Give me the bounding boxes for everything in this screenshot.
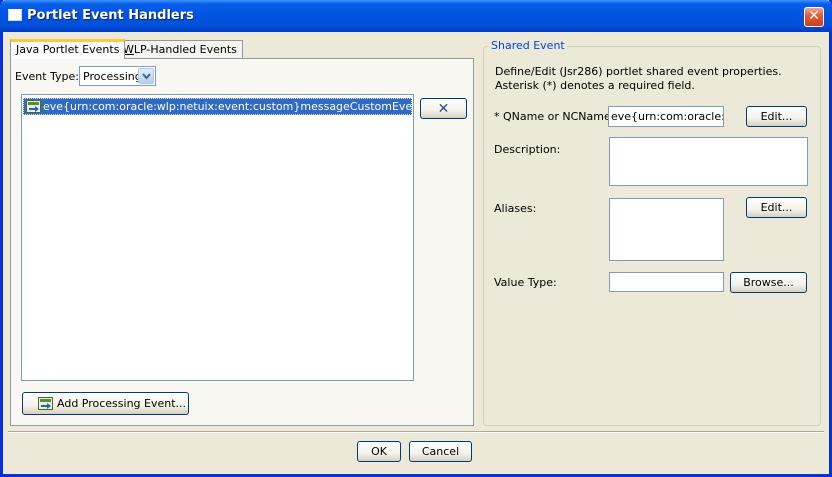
tab-java-portlet-events[interactable]: Java Portlet Events (10, 39, 126, 59)
event-icon (26, 100, 41, 113)
chevron-down-icon (142, 73, 151, 80)
qname-field[interactable]: eve{urn:com:oracle:wlp:netuix:event:cust… (608, 106, 724, 127)
window-title: Portlet Event Handlers (27, 8, 194, 23)
browse-button[interactable]: Browse... (730, 272, 807, 293)
footer-separator (8, 431, 824, 433)
title-bar[interactable]: Portlet Event Handlers ✕ (0, 0, 832, 32)
add-processing-event-label: Add Processing Event... (57, 397, 187, 410)
qname-label: * QName or NCName: (494, 110, 615, 123)
event-icon (38, 397, 53, 410)
close-icon: ✕ (808, 8, 820, 24)
add-processing-event-button[interactable]: Add Processing Event... (22, 392, 189, 415)
event-type-label: Event Type: (15, 70, 79, 83)
aliases-edit-button[interactable]: Edit... (746, 197, 807, 218)
description-label: Description: (494, 143, 561, 156)
qname-edit-button[interactable]: Edit... (746, 106, 807, 127)
value-type-field[interactable] (609, 272, 724, 292)
window-icon (8, 9, 22, 21)
event-type-select[interactable]: Processing (79, 66, 156, 86)
aliases-list[interactable] (609, 198, 724, 261)
tab-wlp-handled-events[interactable]: WLP-Handled Events (117, 40, 243, 60)
event-item-text: eve{urn:com:oracle:wlp:netuix:event:cust… (43, 100, 412, 113)
close-button[interactable]: ✕ (804, 7, 824, 27)
dropdown-arrow-button[interactable] (138, 68, 154, 84)
cancel-label: Cancel (421, 445, 460, 458)
qname-edit-label: Edit... (760, 110, 793, 123)
ok-label: OK (371, 445, 387, 458)
event-list[interactable]: eve{urn:com:oracle:wlp:netuix:event:cust… (21, 94, 414, 381)
event-type-value: Processing (83, 70, 142, 83)
shared-event-title: Shared Event (489, 39, 567, 52)
description-field[interactable] (609, 137, 808, 186)
aliases-label: Aliases: (494, 202, 537, 215)
cancel-button[interactable]: Cancel (409, 441, 472, 462)
list-item[interactable]: eve{urn:com:oracle:wlp:netuix:event:cust… (23, 98, 412, 115)
qname-value: eve{urn:com:oracle:wlp:netuix:event:cust… (611, 110, 724, 123)
remove-icon: ✕ (437, 100, 450, 117)
ok-button[interactable]: OK (357, 441, 401, 462)
remove-event-button[interactable]: ✕ (420, 98, 467, 119)
browse-label: Browse... (743, 276, 794, 289)
aliases-edit-label: Edit... (760, 201, 793, 214)
shared-event-description: Define/Edit (Jsr286) portlet shared even… (495, 65, 782, 92)
value-type-label: Value Type: (494, 276, 557, 289)
